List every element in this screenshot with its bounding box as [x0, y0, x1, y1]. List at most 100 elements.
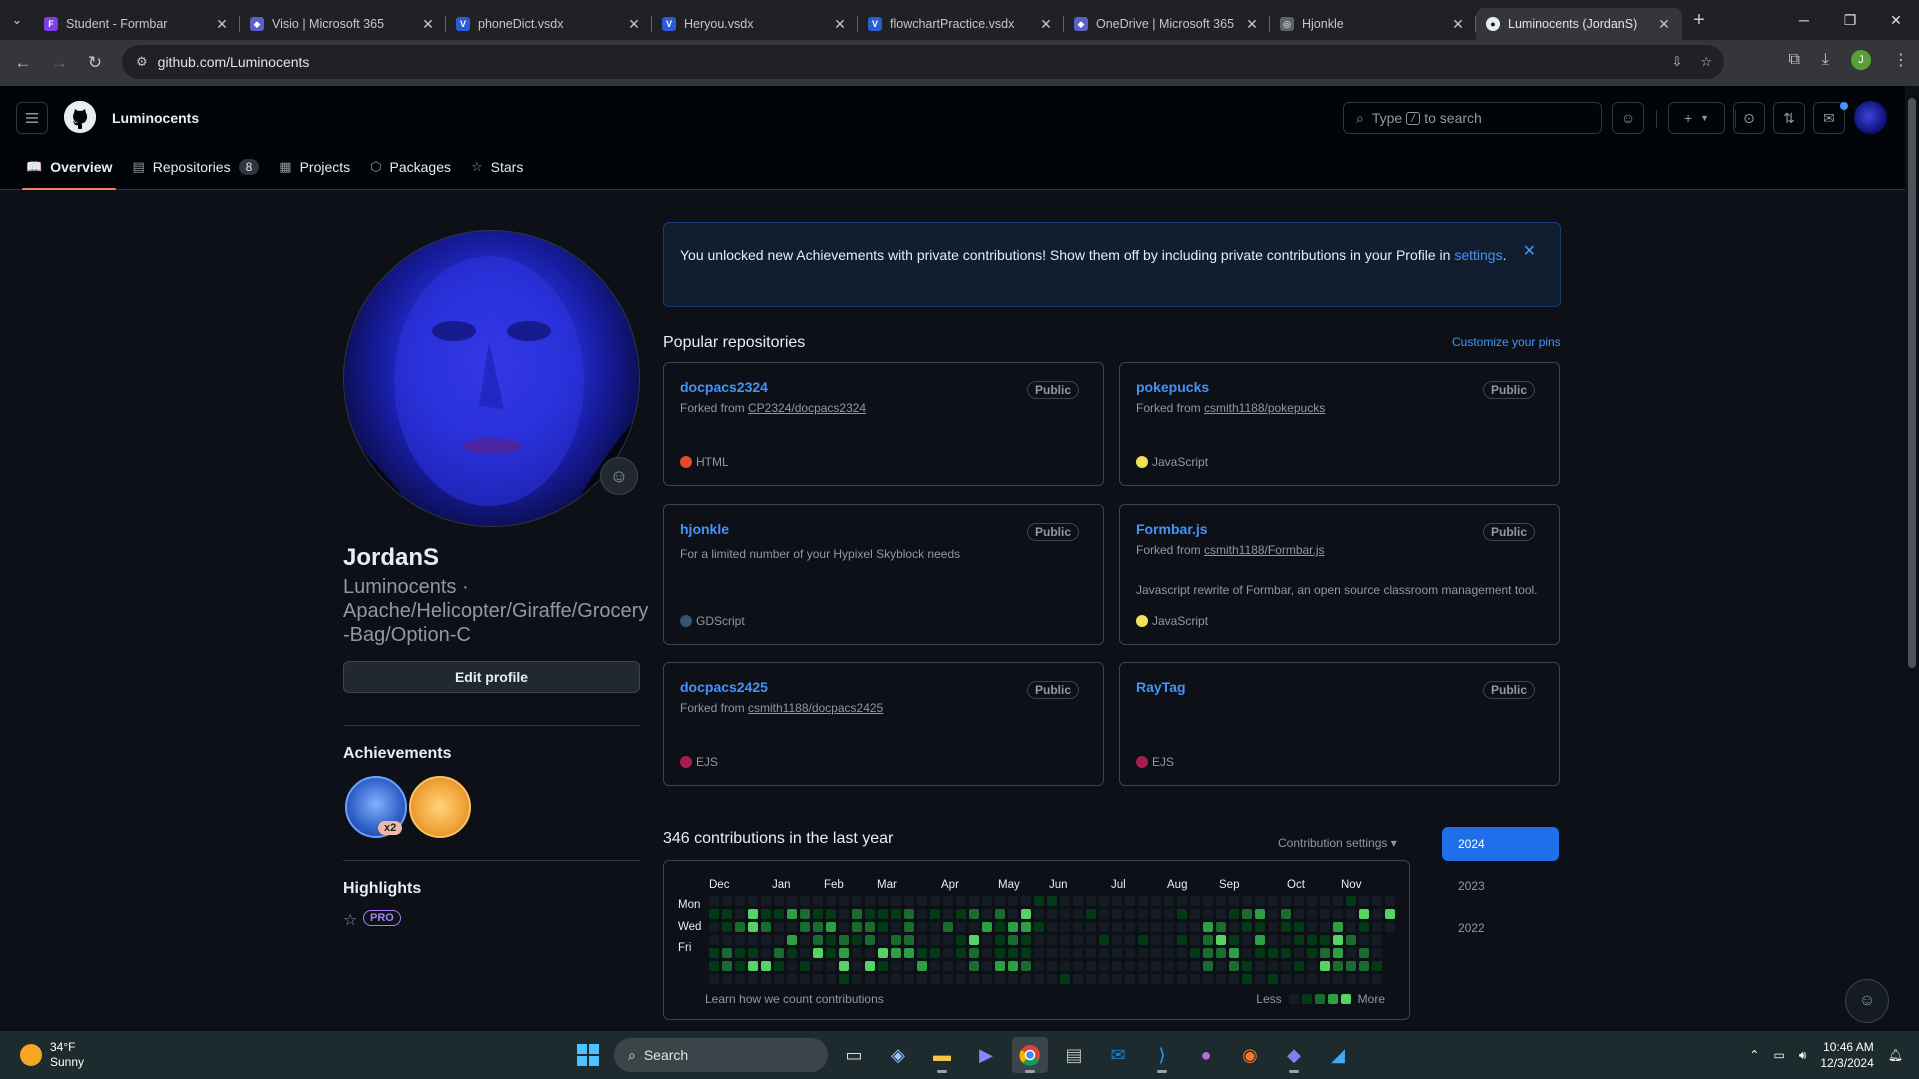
- contribution-day[interactable]: [1138, 961, 1148, 971]
- contribution-day[interactable]: [1320, 935, 1330, 945]
- contribution-day[interactable]: [1177, 922, 1187, 932]
- contribution-day[interactable]: [930, 961, 940, 971]
- contribution-day[interactable]: [1034, 974, 1044, 984]
- contribution-day[interactable]: [709, 909, 719, 919]
- install-app-icon[interactable]: ⇩: [1671, 54, 1682, 70]
- contribution-day[interactable]: [826, 896, 836, 906]
- contribution-day[interactable]: [735, 896, 745, 906]
- contribution-day[interactable]: [813, 909, 823, 919]
- close-window-button[interactable]: ✕: [1873, 0, 1919, 40]
- contribution-day[interactable]: [865, 961, 875, 971]
- contribution-day[interactable]: [1294, 935, 1304, 945]
- contribution-day[interactable]: [839, 974, 849, 984]
- contribution-day[interactable]: [1008, 909, 1018, 919]
- contribution-day[interactable]: [826, 974, 836, 984]
- contribution-day[interactable]: [748, 922, 758, 932]
- contribution-day[interactable]: [1255, 961, 1265, 971]
- contribution-day[interactable]: [1268, 961, 1278, 971]
- github-desktop-icon[interactable]: ●: [1188, 1037, 1224, 1073]
- contribution-day[interactable]: [1177, 961, 1187, 971]
- contribution-day[interactable]: [1099, 961, 1109, 971]
- contribution-day[interactable]: [1099, 896, 1109, 906]
- contribution-day[interactable]: [1307, 974, 1317, 984]
- notifications-bell-icon[interactable]: 🔔︎: [1888, 1048, 1903, 1062]
- contribution-day[interactable]: [787, 935, 797, 945]
- contribution-day[interactable]: [1125, 896, 1135, 906]
- contribution-day[interactable]: [969, 974, 979, 984]
- contribution-day[interactable]: [1112, 948, 1122, 958]
- contribution-day[interactable]: [1190, 909, 1200, 919]
- contribution-day[interactable]: [1346, 935, 1356, 945]
- close-tab-icon[interactable]: ✕: [214, 16, 230, 33]
- contribution-day[interactable]: [1216, 974, 1226, 984]
- achievements-heading[interactable]: Achievements: [343, 745, 452, 763]
- browser-tab[interactable]: VphoneDict.vsdx ✕: [446, 8, 652, 40]
- contribution-day[interactable]: [1294, 922, 1304, 932]
- contribution-day[interactable]: [995, 974, 1005, 984]
- profile-avatar-large[interactable]: [343, 230, 640, 527]
- contribution-day[interactable]: [722, 948, 732, 958]
- contribution-day[interactable]: [1281, 935, 1291, 945]
- forked-from-link[interactable]: csmith1188/docpacs2425: [748, 701, 883, 715]
- contribution-day[interactable]: [1060, 935, 1070, 945]
- contribution-day[interactable]: [1307, 948, 1317, 958]
- contribution-day[interactable]: [1112, 922, 1122, 932]
- contribution-day[interactable]: [904, 909, 914, 919]
- contribution-day[interactable]: [1099, 935, 1109, 945]
- contribution-day[interactable]: [1190, 935, 1200, 945]
- contribution-day[interactable]: [1333, 974, 1343, 984]
- contribution-day[interactable]: [956, 896, 966, 906]
- contribution-day[interactable]: [1359, 935, 1369, 945]
- contribution-day[interactable]: [943, 896, 953, 906]
- contribution-day[interactable]: [1320, 909, 1330, 919]
- windows-start-icon[interactable]: [570, 1037, 606, 1073]
- contribution-day[interactable]: [1034, 935, 1044, 945]
- bookmark-star-icon[interactable]: ☆: [1700, 54, 1712, 70]
- contribution-day[interactable]: [865, 974, 875, 984]
- settings-link[interactable]: settings: [1454, 247, 1502, 263]
- contribution-day[interactable]: [1372, 961, 1382, 971]
- contribution-day[interactable]: [748, 896, 758, 906]
- contribution-day[interactable]: [1320, 948, 1330, 958]
- contribution-day[interactable]: [852, 961, 862, 971]
- contribution-day[interactable]: [930, 909, 940, 919]
- contribution-day[interactable]: [1359, 948, 1369, 958]
- contribution-day[interactable]: [1281, 948, 1291, 958]
- contribution-day[interactable]: [1281, 922, 1291, 932]
- file-explorer-icon[interactable]: ▬: [924, 1037, 960, 1073]
- contribution-day[interactable]: [956, 909, 966, 919]
- contribution-day[interactable]: [1216, 922, 1226, 932]
- contribution-day[interactable]: [1151, 974, 1161, 984]
- contribution-day[interactable]: [735, 961, 745, 971]
- contribution-day[interactable]: [917, 961, 927, 971]
- contribution-day[interactable]: [1268, 974, 1278, 984]
- contribution-day[interactable]: [761, 896, 771, 906]
- contribution-day[interactable]: [722, 896, 732, 906]
- contribution-day[interactable]: [891, 935, 901, 945]
- contribution-day[interactable]: [761, 974, 771, 984]
- contribution-day[interactable]: [1346, 922, 1356, 932]
- contribution-day[interactable]: [969, 909, 979, 919]
- contribution-day[interactable]: [722, 974, 732, 984]
- contribution-day[interactable]: [1073, 948, 1083, 958]
- contribution-day[interactable]: [1021, 909, 1031, 919]
- contribution-day[interactable]: [735, 935, 745, 945]
- contribution-day[interactable]: [1372, 922, 1382, 932]
- contribution-day[interactable]: [1021, 935, 1031, 945]
- user-avatar-button[interactable]: [1854, 101, 1887, 134]
- contribution-day[interactable]: [891, 974, 901, 984]
- contribution-day[interactable]: [1047, 974, 1057, 984]
- contribution-day[interactable]: [1203, 961, 1213, 971]
- forked-from-link[interactable]: csmith1188/pokepucks: [1204, 401, 1325, 415]
- contribution-day[interactable]: [774, 948, 784, 958]
- profile-avatar[interactable]: J: [1851, 50, 1871, 70]
- contribution-day[interactable]: [761, 922, 771, 932]
- contribution-day[interactable]: [1255, 896, 1265, 906]
- contribution-day[interactable]: [1047, 922, 1057, 932]
- contribution-day[interactable]: [956, 961, 966, 971]
- contribution-day[interactable]: [1385, 909, 1395, 919]
- global-search-input[interactable]: ⌕ Type / to search: [1343, 102, 1602, 134]
- contribution-day[interactable]: [1268, 909, 1278, 919]
- contribution-day[interactable]: [943, 935, 953, 945]
- contribution-day[interactable]: [1138, 922, 1148, 932]
